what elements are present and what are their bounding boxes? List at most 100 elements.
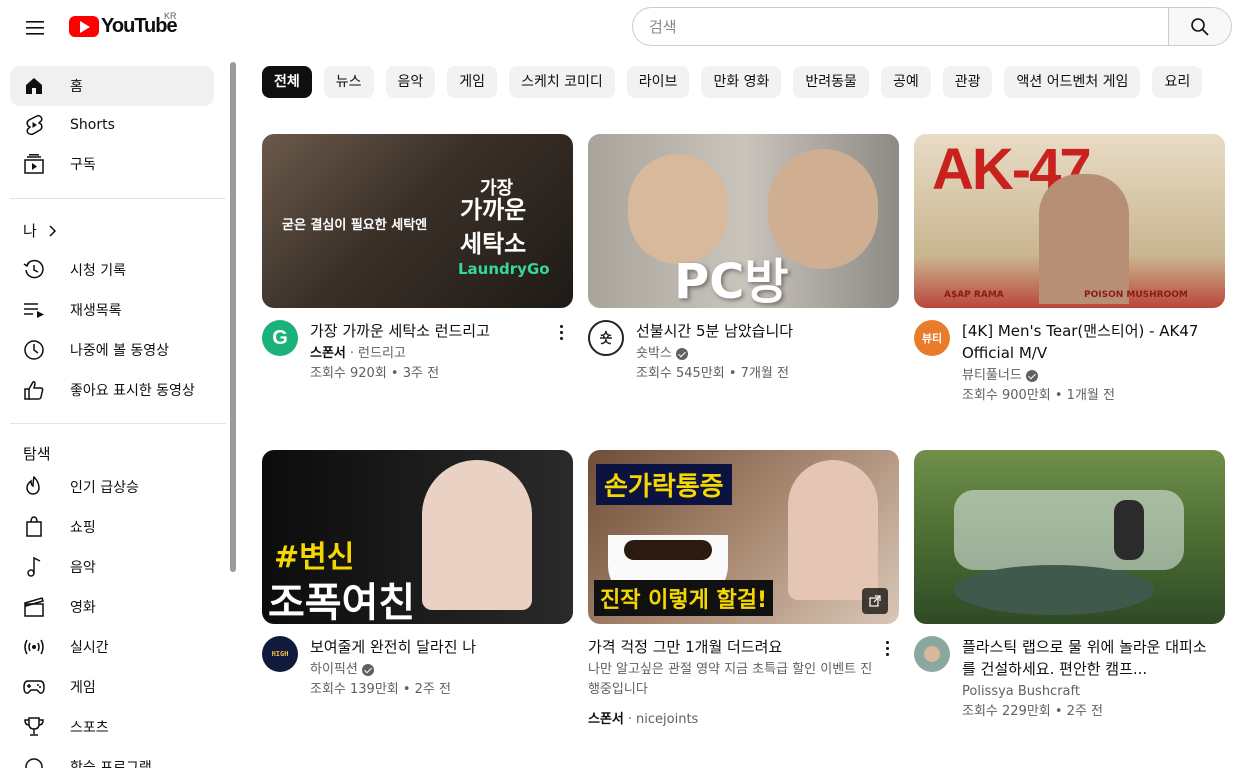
channel-avatar[interactable] [914, 636, 950, 672]
chip-live[interactable]: 라이브 [626, 66, 690, 98]
sponsor-badge: 스폰서 [310, 346, 346, 361]
external-link-icon[interactable] [862, 588, 888, 614]
like-icon [22, 378, 46, 402]
hamburger-menu-button[interactable] [16, 8, 56, 48]
sidebar-item-liked-videos[interactable]: 좋아요 표시한 동영상 [10, 370, 214, 410]
video-card[interactable]: AK-47 A$AP RAMA POISON MUSHROOM 뷰티 [4K] … [914, 134, 1225, 406]
sidebar-item-label: 홈 [70, 79, 83, 95]
chip-all[interactable]: 전체 [262, 66, 312, 98]
channel-name[interactable]: 뷰티풀너드 [962, 366, 1022, 386]
sidebar-item-home[interactable]: 홈 [10, 66, 214, 106]
channel-name[interactable]: 숏박스 [636, 344, 672, 364]
chevron-right-icon [49, 224, 56, 237]
sidebar-item-gaming[interactable]: 게임 [10, 667, 214, 707]
video-card[interactable]: 굳은 결심이 필요한 세탁엔 가장 가까운 세탁소 LaundryGo G 가장… [262, 134, 573, 384]
more-options-button[interactable] [877, 636, 897, 660]
sidebar-item-watch-later[interactable]: 나중에 볼 동영상 [10, 330, 214, 370]
channel-avatar[interactable]: 뷰티 [914, 320, 950, 356]
chip-tourism[interactable]: 관광 [942, 66, 993, 98]
video-thumbnail[interactable]: 손가락통증 진작 이렇게 할걸! [588, 450, 899, 624]
sidebar-item-label: 게임 [70, 680, 96, 696]
sidebar-item-sports[interactable]: 스포츠 [10, 707, 214, 747]
channel-name[interactable]: nicejoints [636, 712, 698, 727]
channel-avatar[interactable]: HIGH [262, 636, 298, 672]
video-title[interactable]: 가격 걱정 그만 1개월 더드려요 [588, 636, 873, 658]
sidebar-item-music[interactable]: 음악 [10, 547, 214, 587]
sidebar-item-learning[interactable]: 학습 프로그램 [10, 747, 214, 768]
search-box [632, 7, 1169, 46]
video-stats: 조회수 229만회 • 2주 전 [962, 704, 1104, 719]
thumbnail-caption: PC방 [674, 254, 789, 308]
music-icon [22, 555, 46, 579]
video-title[interactable]: 가장 가까운 세탁소 런드리고 [310, 320, 555, 342]
channel-name[interactable]: 런드리고 [358, 344, 406, 364]
thumbnail-caption: 굳은 결심이 필요한 세탁엔 [282, 218, 428, 233]
sidebar-scrollbar[interactable] [230, 62, 236, 572]
video-title[interactable]: 선불시간 5분 남았습니다 [636, 320, 881, 342]
thumbnail-caption: 세탁소 [460, 230, 527, 258]
sidebar-item-shorts[interactable]: Shorts [10, 105, 214, 145]
chip-sketch-comedy[interactable]: 스케치 코미디 [509, 66, 615, 98]
ad-card[interactable]: 손가락통증 진작 이렇게 할걸! 가격 걱정 그만 1개월 더드려요 나만 알고… [588, 450, 899, 727]
chip-action-adventure[interactable]: 액션 어드벤처 게임 [1004, 66, 1141, 98]
chip-cooking[interactable]: 요리 [1152, 66, 1203, 98]
search-input[interactable] [649, 17, 1168, 36]
channel-avatar[interactable]: 숏 [588, 320, 624, 356]
video-card[interactable]: 플라스틱 랩으로 물 위에 놀라운 대피소를 건설하세요. 편안한 캠프... … [914, 450, 1225, 722]
sidebar-item-label: 음악 [70, 560, 96, 576]
sidebar: 홈 Shorts 구독 나 시청 기록 재생목록 나중에 볼 동영상 좋아요 표… [0, 56, 228, 768]
chip-games[interactable]: 게임 [447, 66, 498, 98]
category-chip-bar: 전체 뉴스 음악 게임 스케치 코미디 라이브 만화 영화 반려동물 공예 관광 액션 어드벤처 게… [262, 66, 1237, 98]
video-thumbnail[interactable]: PC방 [588, 134, 899, 308]
chip-news[interactable]: 뉴스 [323, 66, 374, 98]
sidebar-item-shopping[interactable]: 쇼핑 [10, 507, 214, 547]
shorts-icon [22, 113, 46, 137]
youtube-play-icon [69, 15, 99, 37]
thumbnail-caption: POISON MUSHROOM [1084, 290, 1188, 300]
sidebar-item-label: 구독 [70, 157, 96, 173]
chip-animation[interactable]: 만화 영화 [701, 66, 782, 98]
sidebar-item-subscriptions[interactable]: 구독 [10, 144, 214, 184]
sidebar-you-heading[interactable]: 나 [23, 220, 57, 241]
video-thumbnail[interactable]: #변신 조폭여친 [262, 450, 573, 624]
laundrygo-logo: LaundryGo [458, 260, 550, 278]
movies-icon [22, 595, 46, 619]
sidebar-item-label: 스포츠 [70, 720, 109, 736]
video-title[interactable]: 보여줄게 완전히 달라진 나 [310, 636, 555, 658]
sidebar-item-label: Shorts [70, 117, 115, 133]
sidebar-divider [10, 423, 226, 424]
search-button[interactable] [1168, 7, 1232, 46]
trophy-icon [22, 715, 46, 739]
youtube-logo[interactable]: YouTube KR [69, 11, 178, 38]
sidebar-item-label: 나중에 볼 동영상 [70, 343, 170, 359]
chip-pets[interactable]: 반려동물 [793, 66, 869, 98]
video-card[interactable]: #변신 조폭여친 HIGH 보여줄게 완전히 달라진 나 하이픽션 조회수 13… [262, 450, 573, 700]
channel-name[interactable]: 하이픽션 [310, 660, 358, 680]
video-title[interactable]: 플라스틱 랩으로 물 위에 놀라운 대피소를 건설하세요. 편안한 캠프... [962, 636, 1207, 680]
verified-icon [361, 664, 374, 676]
chip-crafts[interactable]: 공예 [880, 66, 931, 98]
sidebar-item-movies[interactable]: 영화 [10, 587, 214, 627]
sidebar-item-label: 좋아요 표시한 동영상 [70, 383, 195, 399]
video-thumbnail[interactable] [914, 450, 1225, 624]
video-card[interactable]: PC방 숏 선불시간 5분 남았습니다 숏박스 조회수 545만회 • 7개월 … [588, 134, 899, 384]
sidebar-item-label: 재생목록 [70, 303, 122, 319]
chip-music[interactable]: 음악 [385, 66, 436, 98]
menu-icon [26, 21, 44, 35]
sidebar-item-live[interactable]: 실시간 [10, 627, 214, 667]
sidebar-item-playlists[interactable]: 재생목록 [10, 290, 214, 330]
thumbnail-caption: 가까운 [460, 196, 527, 224]
gaming-icon [22, 675, 46, 699]
video-thumbnail[interactable]: 굳은 결심이 필요한 세탁엔 가장 가까운 세탁소 LaundryGo [262, 134, 573, 308]
sidebar-item-trending[interactable]: 인기 급상승 [10, 467, 214, 507]
channel-name[interactable]: Polissya Bushcraft [962, 682, 1080, 702]
live-icon [22, 635, 46, 659]
thumbnail-caption: 조폭여친 [268, 580, 416, 624]
channel-avatar[interactable]: G [262, 320, 298, 356]
more-options-button[interactable] [551, 320, 571, 344]
sidebar-item-history[interactable]: 시청 기록 [10, 250, 214, 290]
sidebar-item-label: 인기 급상승 [70, 480, 139, 496]
video-title[interactable]: [4K] Men's Tear(맨스티어) - AK47 Official M/… [962, 320, 1207, 364]
top-header: YouTube KR [0, 0, 1237, 56]
video-thumbnail[interactable]: AK-47 A$AP RAMA POISON MUSHROOM [914, 134, 1225, 308]
